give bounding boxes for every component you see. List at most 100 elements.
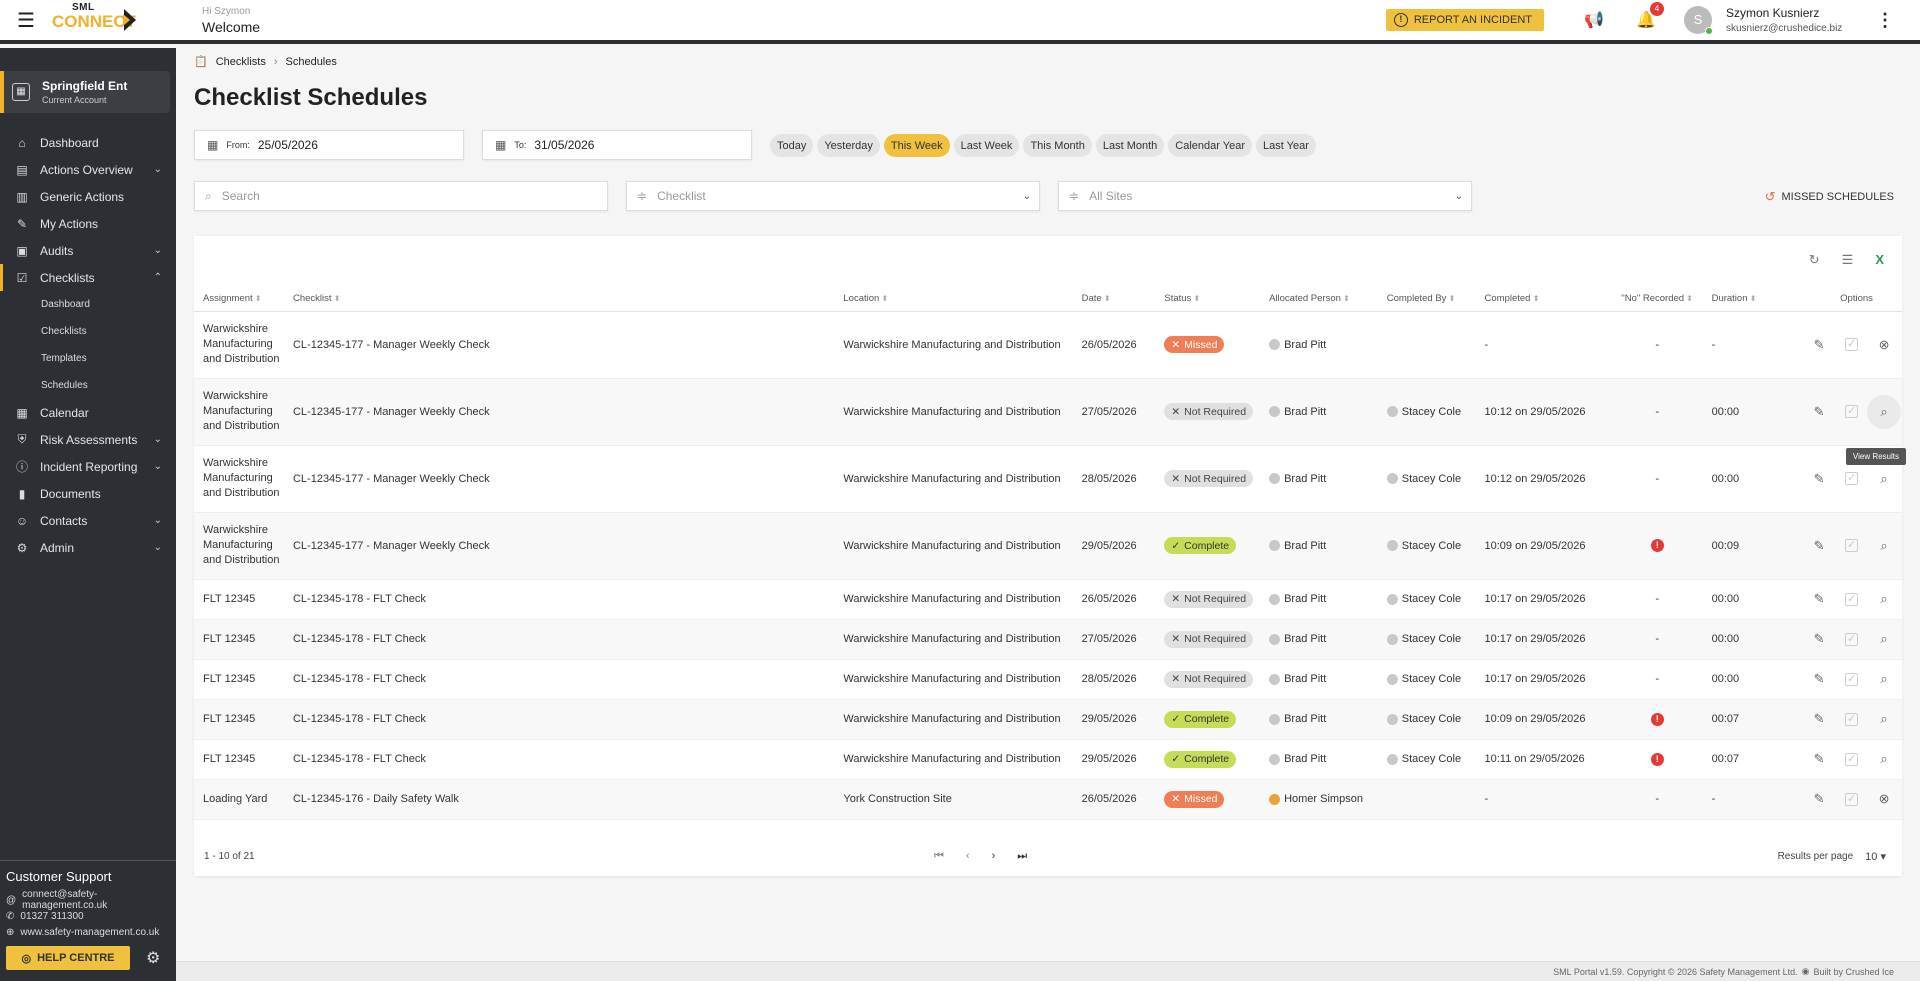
missed-schedules-button[interactable]: ↺ MISSED SCHEDULES [1765, 189, 1894, 205]
approve-check-icon[interactable]: ✓ [1845, 792, 1859, 806]
report-incident-button[interactable]: ! REPORT AN INCIDENT [1385, 9, 1544, 31]
megaphone-icon[interactable]: 📢 [1574, 10, 1614, 30]
sidebar-item-contacts[interactable]: ☺ Contacts ⌄ [0, 507, 176, 534]
view-results-search-icon[interactable]: ⌕ [1867, 394, 1902, 429]
excel-export-icon[interactable]: X [1875, 252, 1884, 268]
column-header-allocated-person[interactable]: Allocated Person ⬍ [1260, 286, 1378, 312]
sidebar-item-risk-assessments[interactable]: ⛨ Risk Assessments ⌄ [0, 426, 176, 453]
table-row[interactable]: Warwickshire Manufacturing and Distribut… [194, 311, 1902, 379]
next-page-icon[interactable]: › [992, 850, 996, 863]
filter-list-icon[interactable]: ☰ [1842, 252, 1854, 268]
table-row[interactable]: FLT 12345 CL-12345-178 - FLT Check Warwick… [194, 739, 1902, 780]
sidebar-subitem-checklists[interactable]: Checklists [0, 318, 176, 345]
approve-check-icon[interactable]: ✓ [1845, 672, 1859, 686]
table-row[interactable]: Warwickshire Manufacturing and Distribut… [194, 378, 1902, 446]
date-from-field[interactable]: ▦ From: 25/05/2026 [194, 130, 464, 160]
column-header-completed-by[interactable]: Completed By ⬍ [1377, 286, 1476, 312]
table-row[interactable]: Warwickshire Manufacturing and Distribut… [194, 445, 1902, 513]
view-results-search-icon[interactable]: ⌕ [1876, 471, 1892, 487]
column-header-checklist[interactable]: Checklist ⬍ [283, 286, 835, 312]
edit-icon[interactable]: ✎ [1811, 538, 1827, 554]
menu-icon[interactable]: ☰ [0, 8, 52, 33]
last-page-icon[interactable]: ⏭ [1017, 850, 1027, 863]
edit-icon[interactable]: ✎ [1811, 711, 1827, 727]
sidebar-item-audits[interactable]: ▣ Audits ⌄ [0, 237, 176, 264]
edit-icon[interactable]: ✎ [1811, 751, 1827, 767]
preset-this-week[interactable]: This Week [883, 134, 950, 157]
view-results-search-icon[interactable]: ⌕ [1876, 711, 1892, 727]
view-results-search-icon[interactable]: ⌕ [1876, 591, 1892, 607]
column-header-no-recorded[interactable]: "No" Recorded ⬍ [1602, 286, 1703, 312]
approve-check-icon[interactable]: ✓ [1845, 539, 1859, 552]
checklist-select[interactable]: ≑ Checklist ⌄ [626, 181, 1040, 211]
user-info[interactable]: Szymon Kusnierz skusnierz@crushedice.biz [1726, 6, 1856, 34]
preset-last-year[interactable]: Last Year [1256, 134, 1316, 157]
results-per-page-select[interactable]: 10 ▾ [1865, 850, 1886, 863]
view-results-search-icon[interactable]: ⌕ [1876, 538, 1892, 554]
sidebar-item-admin[interactable]: ⚙ Admin ⌄ [0, 534, 176, 561]
table-row[interactable]: FLT 12345 CL-12345-178 - FLT Check Warwick… [194, 699, 1902, 740]
view-results-search-icon[interactable]: ⌕ [1876, 631, 1892, 647]
sidebar-item-calendar[interactable]: ▦ Calendar [0, 399, 176, 426]
column-header-date[interactable]: Date ⬍ [1072, 286, 1156, 312]
support-web-row[interactable]: ⊕ www.safety-management.co.uk [6, 924, 176, 940]
edit-icon[interactable]: ✎ [1811, 791, 1827, 807]
avatar[interactable]: S [1684, 6, 1713, 35]
sidebar-item-actions-overview[interactable]: ▤ Actions Overview ⌄ [0, 156, 176, 183]
preset-last-month[interactable]: Last Month [1095, 134, 1165, 157]
sidebar-item-my-actions[interactable]: ✎ My Actions [0, 210, 176, 237]
sidebar-subitem-dashboard[interactable]: Dashboard [0, 291, 176, 318]
previous-page-icon[interactable]: ‹ [966, 850, 970, 863]
account-switcher[interactable]: ▦ Springfield Ent Current Account [0, 71, 170, 113]
search-input[interactable]: ⌕ Search [194, 181, 608, 211]
edit-icon[interactable]: ✎ [1811, 337, 1827, 353]
preset-this-month[interactable]: This Month [1023, 134, 1092, 157]
date-to-field[interactable]: ▦ To: 31/05/2026 [482, 130, 752, 160]
footer-built-by[interactable]: Built by Crushed Ice [1813, 967, 1894, 977]
approve-check-icon[interactable]: ✓ [1845, 752, 1859, 766]
first-page-icon[interactable]: ⏮ [934, 850, 944, 863]
preset-calendar-year[interactable]: Calendar Year [1168, 134, 1253, 157]
approve-check-icon[interactable]: ✓ [1845, 405, 1859, 418]
approve-check-icon[interactable]: ✓ [1845, 472, 1859, 485]
edit-icon[interactable]: ✎ [1811, 404, 1827, 420]
sidebar-item-generic-actions[interactable]: ▥ Generic Actions [0, 183, 176, 210]
sites-select[interactable]: ≑ All Sites ⌄ [1058, 181, 1472, 211]
column-header-location[interactable]: Location ⬍ [834, 286, 1073, 312]
column-header-completed[interactable]: Completed ⬍ [1475, 286, 1603, 312]
view-results-search-icon[interactable]: ⌕ [1876, 671, 1892, 687]
preset-yesterday[interactable]: Yesterday [817, 134, 880, 157]
approve-check-icon[interactable]: ✓ [1845, 712, 1859, 726]
approve-check-icon[interactable]: ✓ [1845, 592, 1859, 606]
approve-check-icon[interactable]: ✓ [1845, 338, 1859, 351]
gear-icon[interactable]: ⚙ [146, 948, 160, 968]
approve-check-icon[interactable]: ✓ [1845, 632, 1859, 646]
help-centre-button[interactable]: ◎ HELP CENTRE [6, 946, 130, 970]
preset-today[interactable]: Today [770, 134, 814, 157]
sidebar-item-dashboard[interactable]: ⌂ Dashboard [0, 129, 176, 156]
table-row[interactable]: Loading Yard CL-12345-176 - Daily Safety … [194, 779, 1902, 820]
refresh-icon[interactable]: ↻ [1809, 252, 1820, 268]
sidebar-item-checklists[interactable]: ☑ Checklists ⌃ [0, 264, 176, 291]
sidebar-subitem-templates[interactable]: Templates [0, 345, 176, 372]
cancel-circle-icon[interactable]: ⊗ [1876, 791, 1892, 807]
sidebar-item-documents[interactable]: ▮ Documents [0, 480, 176, 507]
edit-icon[interactable]: ✎ [1811, 471, 1827, 487]
column-header-assignment[interactable]: Assignment ⬍ [194, 286, 284, 312]
edit-icon[interactable]: ✎ [1811, 671, 1827, 687]
sidebar-subitem-schedules[interactable]: Schedules [0, 372, 176, 399]
logo[interactable]: SML CONNECT [52, 0, 200, 42]
notifications-button[interactable]: 🔔 4 [1626, 2, 1666, 30]
preset-last-week[interactable]: Last Week [953, 134, 1020, 157]
table-row[interactable]: Warwickshire Manufacturing and Distribut… [194, 512, 1902, 580]
edit-icon[interactable]: ✎ [1811, 631, 1827, 647]
edit-icon[interactable]: ✎ [1811, 591, 1827, 607]
table-row[interactable]: FLT 12345 CL-12345-178 - FLT Check Warwick… [194, 659, 1902, 700]
column-header-status[interactable]: Status ⬍ [1155, 286, 1261, 312]
more-options-icon[interactable]: ⋮ [1870, 10, 1900, 31]
cancel-circle-icon[interactable]: ⊗ [1876, 337, 1892, 353]
table-row[interactable]: FLT 12345 CL-12345-178 - FLT Check Warwick… [194, 579, 1902, 620]
table-row[interactable]: FLT 12345 CL-12345-178 - FLT Check Warwick… [194, 619, 1902, 660]
sidebar-item-incident-reporting[interactable]: ⓘ Incident Reporting ⌄ [0, 453, 176, 480]
view-results-search-icon[interactable]: ⌕ [1876, 751, 1892, 767]
